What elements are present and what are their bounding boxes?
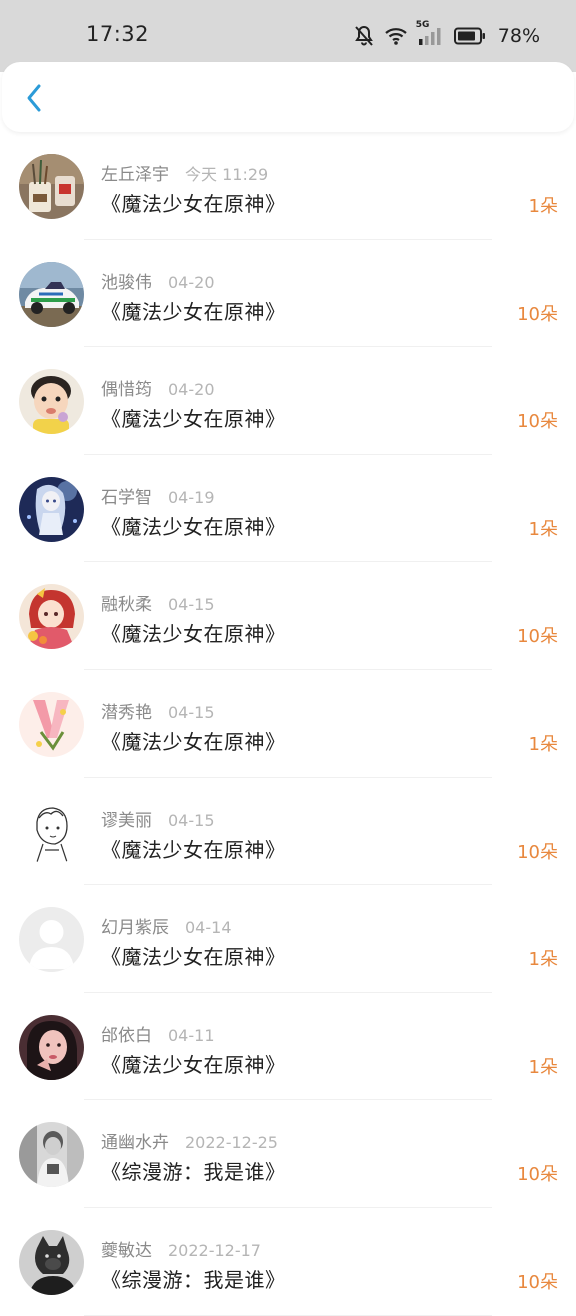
flower-count: 10朵 — [517, 626, 558, 648]
record-meta: 谬美丽 04-15 — [101, 806, 215, 831]
user-name[interactable]: 融秋柔 — [101, 590, 152, 615]
list-item[interactable]: 幻月紫辰 04-14 《魔法少女在原神》 1朵 — [0, 885, 576, 993]
book-title[interactable]: 《魔法少女在原神》 — [101, 511, 286, 540]
user-name[interactable]: 邰依白 — [101, 1021, 152, 1046]
navigation-bar — [2, 62, 574, 132]
record-date: 04-19 — [168, 487, 215, 507]
list-item[interactable]: 夔敏达 2022-12-17 《综漫游：我是谁》 10朵 — [0, 1208, 576, 1316]
avatar[interactable] — [19, 369, 84, 435]
list-item[interactable]: 石学智 04-19 《魔法少女在原神》 1朵 — [0, 455, 576, 563]
record-meta: 夔敏达 2022-12-17 — [101, 1236, 261, 1261]
network-type-label: 5G — [415, 20, 430, 30]
record-date: 04-11 — [168, 1025, 215, 1045]
flower-count: 10朵 — [517, 841, 558, 863]
book-title[interactable]: 《魔法少女在原神》 — [101, 296, 286, 325]
record-date: 04-14 — [185, 918, 232, 938]
avatar[interactable] — [19, 476, 84, 542]
record-date: 2022-12-25 — [185, 1133, 278, 1153]
flower-count: 10朵 — [517, 1164, 558, 1186]
user-name[interactable]: 偶惜筠 — [101, 375, 152, 400]
flower-count: 1朵 — [528, 949, 558, 971]
book-title[interactable]: 《魔法少女在原神》 — [101, 403, 286, 432]
avatar[interactable] — [19, 691, 84, 757]
record-meta: 幻月紫辰 04-14 — [101, 913, 232, 938]
avatar[interactable] — [19, 154, 84, 219]
book-title[interactable]: 《魔法少女在原神》 — [101, 941, 286, 970]
flower-count: 1朵 — [528, 733, 558, 755]
record-meta: 池骏伟 04-20 — [101, 268, 215, 293]
list-item[interactable]: 池骏伟 04-20 《魔法少女在原神》 10朵 — [0, 240, 576, 348]
user-name[interactable]: 石学智 — [101, 483, 152, 508]
list-item[interactable]: 潜秀艳 04-15 《魔法少女在原神》 1朵 — [0, 670, 576, 778]
gift-record-list: 左丘泽宇 今天 11:29 《魔法少女在原神》 1朵 池骏伟 04-20 《魔法… — [0, 132, 576, 1316]
battery-percentage: 78% — [497, 25, 540, 47]
record-meta: 左丘泽宇 今天 11:29 — [101, 160, 268, 185]
book-title[interactable]: 《魔法少女在原神》 — [101, 834, 286, 863]
record-meta: 石学智 04-19 — [101, 483, 215, 508]
avatar[interactable] — [19, 799, 84, 865]
record-meta: 融秋柔 04-15 — [101, 590, 215, 615]
flower-count: 10朵 — [517, 411, 558, 433]
avatar[interactable] — [19, 1122, 84, 1188]
record-meta: 偶惜筠 04-20 — [101, 375, 215, 400]
record-date: 2022-12-17 — [168, 1240, 261, 1260]
user-name[interactable]: 夔敏达 — [101, 1236, 152, 1261]
book-title[interactable]: 《综漫游：我是谁》 — [101, 1156, 286, 1185]
record-date: 04-20 — [168, 272, 215, 292]
record-meta: 通幽水卉 2022-12-25 — [101, 1128, 278, 1153]
status-icons: 5G 78% — [354, 20, 540, 52]
record-date: 04-20 — [168, 380, 215, 400]
flower-count: 10朵 — [517, 303, 558, 325]
flower-count: 1朵 — [528, 1056, 558, 1078]
book-title[interactable]: 《综漫游：我是谁》 — [101, 1264, 286, 1293]
list-item[interactable]: 通幽水卉 2022-12-25 《综漫游：我是谁》 10朵 — [0, 1100, 576, 1208]
flower-count: 10朵 — [517, 1271, 558, 1293]
user-name[interactable]: 幻月紫辰 — [101, 913, 169, 938]
wifi-icon — [384, 26, 408, 46]
avatar[interactable] — [19, 584, 84, 650]
book-title[interactable]: 《魔法少女在原神》 — [101, 188, 286, 217]
status-time: 17:32 — [86, 22, 150, 46]
avatar[interactable] — [19, 1014, 84, 1080]
avatar[interactable] — [19, 1229, 84, 1295]
back-button[interactable] — [18, 80, 50, 116]
record-meta: 邰依白 04-11 — [101, 1021, 215, 1046]
flower-count: 1朵 — [528, 196, 558, 217]
record-date: 04-15 — [168, 702, 215, 722]
record-date: 04-15 — [168, 595, 215, 615]
chevron-left-icon — [27, 84, 41, 112]
list-item[interactable]: 融秋柔 04-15 《魔法少女在原神》 10朵 — [0, 562, 576, 670]
avatar[interactable] — [19, 907, 84, 973]
list-item[interactable]: 谬美丽 04-15 《魔法少女在原神》 10朵 — [0, 778, 576, 886]
battery-icon — [453, 27, 486, 45]
book-title[interactable]: 《魔法少女在原神》 — [101, 726, 286, 755]
user-name[interactable]: 通幽水卉 — [101, 1128, 169, 1153]
record-date: 04-15 — [168, 810, 215, 830]
avatar[interactable] — [19, 261, 84, 327]
book-title[interactable]: 《魔法少女在原神》 — [101, 618, 286, 647]
user-name[interactable]: 左丘泽宇 — [101, 160, 169, 185]
user-name[interactable]: 谬美丽 — [101, 806, 152, 831]
user-name[interactable]: 池骏伟 — [101, 268, 152, 293]
record-meta: 潜秀艳 04-15 — [101, 698, 215, 723]
list-item[interactable]: 偶惜筠 04-20 《魔法少女在原神》 10朵 — [0, 347, 576, 455]
cellular-signal-icon: 5G — [416, 20, 444, 46]
flower-count: 1朵 — [528, 518, 558, 540]
record-date: 今天 11:29 — [185, 165, 269, 184]
bell-muted-icon — [354, 25, 374, 47]
book-title[interactable]: 《魔法少女在原神》 — [101, 1049, 286, 1078]
list-item[interactable]: 邰依白 04-11 《魔法少女在原神》 1朵 — [0, 993, 576, 1101]
user-name[interactable]: 潜秀艳 — [101, 698, 152, 723]
list-item[interactable]: 左丘泽宇 今天 11:29 《魔法少女在原神》 1朵 — [0, 132, 576, 240]
